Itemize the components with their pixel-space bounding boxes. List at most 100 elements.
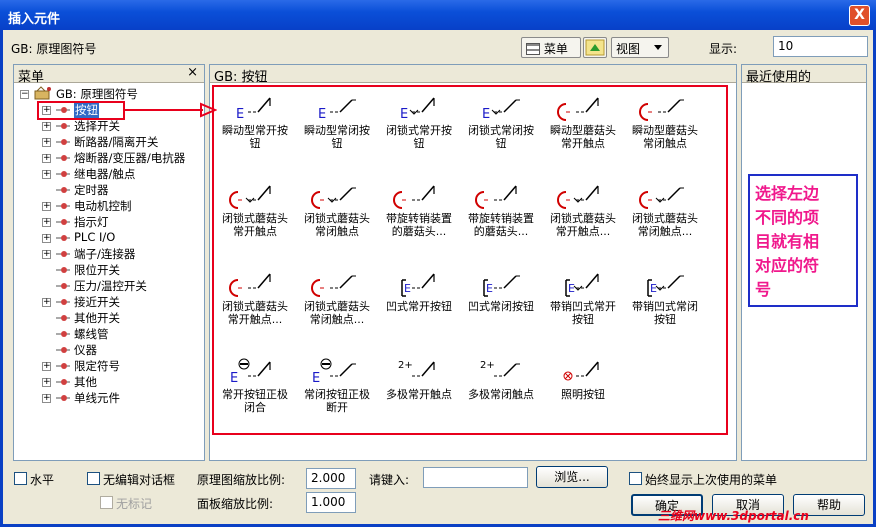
tree-item[interactable]: + 接近开关 [14,294,204,310]
tree-item-label: 继电器/触点 [74,167,136,181]
tree-item-label: 接近开关 [74,295,120,309]
node-icon [56,251,70,257]
no-edit-dialog-checkbox[interactable] [87,472,100,485]
horizontal-label: 水平 [30,473,55,487]
tree-item-label: 端子/连接器 [74,247,136,261]
no-edit-dialog-label: 无编辑对话框 [103,473,176,487]
title-bar: 插入元件 X [0,0,876,30]
tree-root[interactable]: − GB: 原理图符号 [14,86,204,102]
view-dropdown[interactable]: 视图 [611,37,669,58]
tree-item-label: 限定符号 [74,359,120,373]
node-icon [56,219,70,225]
menu-toggle-button[interactable]: 菜单 [521,37,581,58]
tree-item[interactable]: + 选择开关 [14,118,204,134]
collapse-icon[interactable]: − [20,90,29,99]
tree-item-label: PLC I/O [74,230,116,244]
tree-item-label: 电动机控制 [74,199,132,213]
grid-highlight-box [212,85,728,435]
library-icon [34,86,51,100]
node-icon [56,379,70,385]
tree-item[interactable]: 仪器 [14,342,204,358]
no-tag-checkbox [100,496,113,509]
panel-scale-input[interactable]: 1.000 [306,492,356,513]
always-show-label: 始终显示上次使用的菜单 [645,473,778,487]
tree-item-label: 选择开关 [74,119,120,133]
tree-item[interactable]: + 指示灯 [14,214,204,230]
expand-icon[interactable]: + [42,138,51,147]
grid-header: GB: 按钮 [210,65,736,85]
tree-item[interactable]: 限位开关 [14,262,204,278]
tree-item[interactable]: + 断路器/隔离开关 [14,134,204,150]
horizontal-checkbox[interactable] [14,472,27,485]
close-button[interactable]: X [849,5,870,26]
type-label: 请键入: [369,473,410,487]
expand-icon[interactable]: + [42,202,51,211]
close-tree-icon[interactable]: × [187,65,198,80]
chevron-down-icon [654,45,662,50]
tree-item[interactable]: + PLC I/O [14,230,204,246]
expand-icon[interactable]: + [42,122,51,131]
tree-item[interactable]: 其他开关 [14,310,204,326]
node-icon [56,267,70,273]
node-icon [56,347,70,353]
tree-item-label: 限位开关 [74,263,120,277]
node-icon [56,299,70,305]
tree-item[interactable]: 定时器 [14,182,204,198]
node-icon [56,171,70,177]
menu-tree-header: 菜单 × [14,65,204,85]
expand-icon[interactable]: + [42,394,51,403]
highlight-arrow [123,102,217,118]
tree-item[interactable]: + 单线元件 [14,390,204,406]
expand-icon[interactable]: + [42,378,51,387]
expand-icon[interactable]: + [42,250,51,259]
tree-item-label: 熔断器/变压器/电抗器 [74,151,186,165]
display-count-input[interactable]: 10 [773,36,868,57]
watermark: 三维网www.3dportal.cn [658,509,809,523]
tree-item-label: 压力/温控开关 [74,279,147,293]
insert-component-dialog: 插入元件 X GB: 原理图符号 菜单 视图 显示: 10 菜单 × − GB:… [0,0,876,527]
expand-icon[interactable]: + [42,362,51,371]
node-icon [56,315,70,321]
node-icon [56,363,70,369]
expand-icon[interactable]: + [42,234,51,243]
scale-label: 原理图缩放比例: [197,473,286,487]
tree-item[interactable]: 螺线管 [14,326,204,342]
expand-icon[interactable]: + [42,154,51,163]
tree-item[interactable]: + 电动机控制 [14,198,204,214]
expand-icon[interactable]: + [42,218,51,227]
node-icon [56,139,70,145]
tree-item-label: 其他 [74,375,97,389]
tree-item[interactable]: 压力/温控开关 [14,278,204,294]
scale-input[interactable]: 2.000 [306,468,356,489]
tree-item-label: 断路器/隔离开关 [74,135,159,149]
tree-item[interactable]: + 熔断器/变压器/电抗器 [14,150,204,166]
tree-item-label: 单线元件 [74,391,120,405]
panel-scale-label: 面板缩放比例: [197,497,274,511]
recent-panel: 最近使用的 选择左边 不同的项 目就有相 对应的符 号 [741,64,867,461]
tree-item[interactable]: + 限定符号 [14,358,204,374]
menu-list-icon [526,43,540,55]
expand-icon[interactable]: + [42,298,51,307]
tree-item[interactable]: + 继电器/触点 [14,166,204,182]
tree-item[interactable]: + 端子/连接器 [14,246,204,262]
type-input[interactable] [423,467,528,488]
annotation-note: 选择左边 不同的项 目就有相 对应的符 号 [748,174,858,307]
node-icon [56,155,70,161]
up-arrow-icon [585,39,605,56]
standard-label: GB: 原理图符号 [11,42,97,56]
tree-item-label: 仪器 [74,343,97,357]
node-icon [56,123,70,129]
tree-highlight-box [37,101,125,120]
tree-item-label: 定时器 [74,183,109,197]
node-icon [56,331,70,337]
tree-item[interactable]: + 其他 [14,374,204,390]
node-icon [56,235,70,241]
node-icon [56,187,70,193]
browse-button[interactable]: 浏览... [536,466,608,488]
up-level-button[interactable] [583,37,607,58]
tree-item-label: 螺线管 [74,327,109,341]
always-show-checkbox[interactable] [629,472,642,485]
window-title: 插入元件 [8,12,61,27]
expand-icon[interactable]: + [42,170,51,179]
tree-item-label: 指示灯 [74,215,109,229]
